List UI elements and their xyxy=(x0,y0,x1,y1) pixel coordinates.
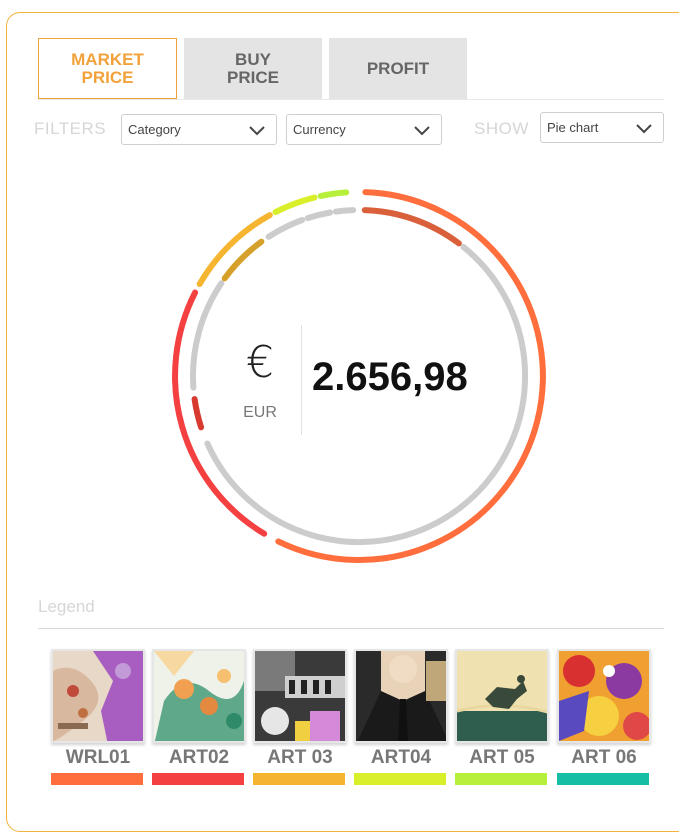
legend-swatch xyxy=(152,773,244,785)
inner-ring-segment-rest-c xyxy=(265,217,306,240)
artwork-thumbnail xyxy=(51,649,145,743)
legend-divider xyxy=(38,628,664,629)
artwork-thumbnail xyxy=(253,649,347,743)
legend-item-label: ART 05 xyxy=(469,747,535,768)
legend-item-wrl01[interactable]: WRL01 xyxy=(51,649,145,785)
artwork-thumbnail xyxy=(455,649,549,743)
legend-swatch xyxy=(557,773,649,785)
artwork-thumbnail xyxy=(557,649,651,743)
legend-item-label: ART 03 xyxy=(267,747,333,768)
outer-ring-segment-art03 xyxy=(196,212,273,287)
legend-title: Legend xyxy=(38,597,95,616)
legend-item-label: WRL01 xyxy=(65,747,131,768)
inner-ring-segment-rest-b xyxy=(190,280,225,391)
legend-item-art04[interactable]: ART04 xyxy=(354,649,448,785)
artwork-thumbnail xyxy=(152,649,246,743)
legend-item-art03[interactable]: ART 03 xyxy=(253,649,347,785)
legend-swatch xyxy=(354,773,446,785)
legend-item-label: ART04 xyxy=(370,747,432,768)
total-amount: 2.656,98 xyxy=(312,355,468,399)
legend-item-art06[interactable]: ART 06 xyxy=(557,649,651,785)
inner-ring-segment-art02 xyxy=(191,396,205,431)
outer-ring-segment-art04 xyxy=(272,194,318,216)
currency-code: EUR xyxy=(243,404,277,421)
legend-item-label: ART 06 xyxy=(571,747,637,768)
outer-ring-segment-art05 xyxy=(317,189,350,199)
legend-swatch xyxy=(455,773,547,785)
currency-symbol: € xyxy=(246,337,274,388)
legend-item-art02[interactable]: ART02 xyxy=(152,649,246,785)
legend-swatch xyxy=(51,773,143,785)
inner-ring-segment-rest-d xyxy=(304,209,334,222)
legend-item-art05[interactable]: ART 05 xyxy=(455,649,549,785)
total-divider xyxy=(301,325,302,435)
legend-swatch xyxy=(253,773,345,785)
inner-ring-segment-rest-e xyxy=(332,207,357,215)
legend-item-label: ART02 xyxy=(168,747,230,768)
artwork-thumbnail xyxy=(354,649,448,743)
